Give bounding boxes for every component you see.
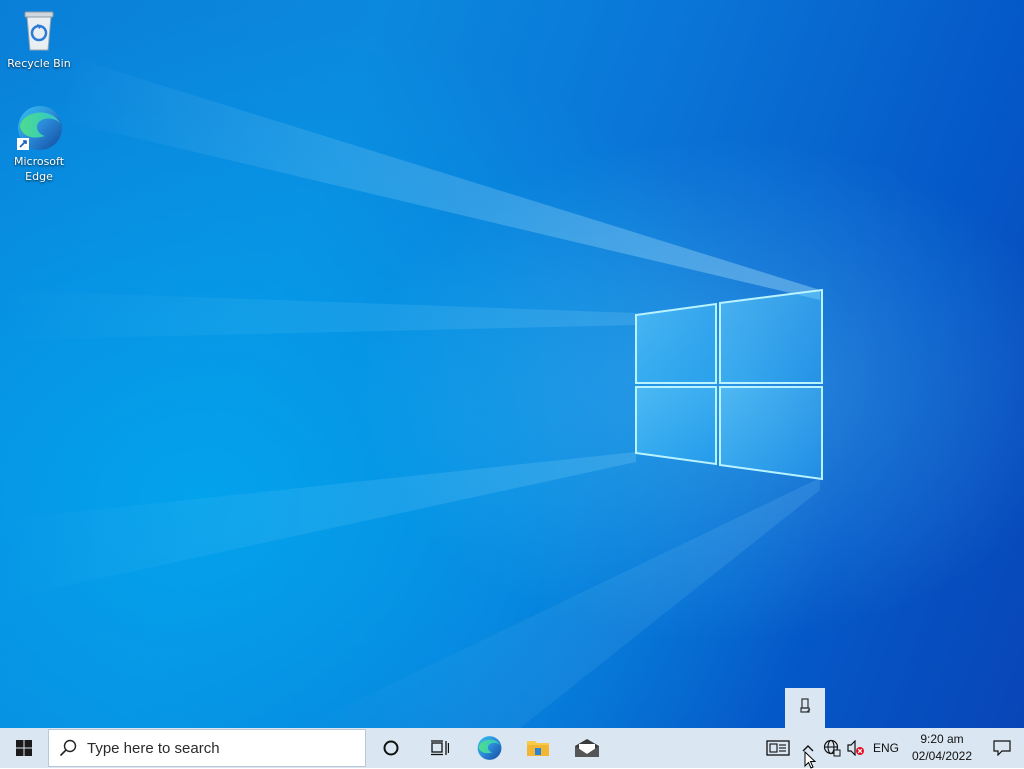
task-view-button[interactable]: [415, 728, 464, 768]
news-button[interactable]: [760, 728, 796, 768]
news-icon: [766, 740, 790, 756]
clock-date: 02/04/2022: [911, 749, 973, 763]
desktop[interactable]: Recycle Bin Microsoft Edge: [0, 0, 1024, 728]
language-indicator[interactable]: ENG: [868, 728, 904, 768]
edge-icon: [15, 104, 63, 152]
edge-icon: [477, 736, 501, 760]
mail-icon: [574, 739, 599, 757]
network-button[interactable]: [820, 728, 844, 768]
start-button[interactable]: [0, 728, 48, 768]
windows-start-icon: [16, 740, 32, 756]
language-label: ENG: [872, 741, 899, 755]
windows-logo-wallpaper: [635, 288, 823, 481]
globe-icon: [823, 739, 841, 757]
desktop-icon-microsoft-edge[interactable]: Microsoft Edge: [3, 104, 75, 184]
volume-button[interactable]: [844, 728, 868, 768]
recycle-bin-icon: [15, 6, 63, 54]
clock[interactable]: 9:20 am 02/04/2022: [904, 728, 980, 768]
clock-time: 9:20 am: [920, 732, 964, 746]
recycle-bin-label: Recycle Bin: [7, 57, 71, 70]
taskbar-edge-button[interactable]: [464, 728, 513, 768]
system-tray: ENG 9:20 am 02/04/2022: [760, 728, 1024, 768]
task-view-icon: [430, 740, 449, 756]
wallpaper-light-beams: [0, 60, 820, 728]
notification-icon: [993, 740, 1011, 756]
desktop-icon-recycle-bin[interactable]: Recycle Bin: [3, 6, 75, 71]
cortana-icon: [383, 740, 398, 756]
file-explorer-button[interactable]: [513, 728, 562, 768]
action-center-button[interactable]: [980, 728, 1024, 768]
taskbar: Type here to search ENG 9:20 am 02/04/20…: [0, 728, 1024, 768]
cortana-button[interactable]: [366, 728, 415, 768]
usb-eject-icon[interactable]: [798, 698, 812, 718]
tray-overflow-popup[interactable]: [785, 688, 825, 728]
search-box[interactable]: Type here to search: [48, 729, 366, 767]
search-placeholder: Type here to search: [87, 739, 220, 757]
mouse-cursor: [804, 751, 816, 769]
search-icon: [59, 739, 77, 757]
edge-label: Microsoft Edge: [13, 155, 65, 183]
mail-button[interactable]: [562, 728, 611, 768]
volume-muted-icon: [847, 740, 864, 756]
folder-icon: [526, 741, 549, 756]
